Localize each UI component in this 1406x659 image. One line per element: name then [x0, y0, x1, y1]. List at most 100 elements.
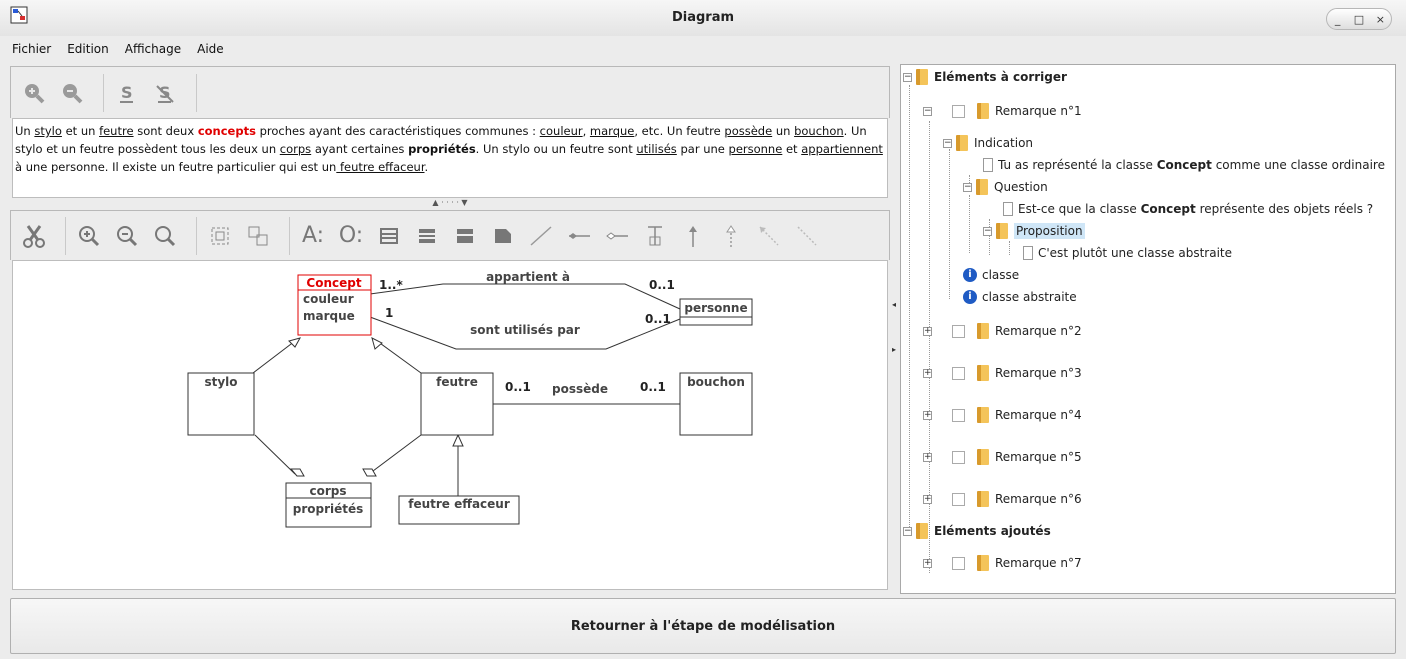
tree-item-info-classe-abstraite[interactable]: i classe abstraite: [963, 287, 1077, 307]
tree-item-remarque-1[interactable]: − Remarque n°1: [923, 101, 1082, 121]
zoom-in-icon[interactable]: [74, 221, 104, 251]
menu-fichier[interactable]: Fichier: [12, 36, 61, 62]
generalization-icon[interactable]: [678, 221, 708, 251]
navigable-association-icon[interactable]: [754, 221, 784, 251]
dependency-icon[interactable]: [640, 221, 670, 251]
description-text[interactable]: Un stylo et un feutre sont deux concepts…: [12, 118, 888, 198]
group-icon[interactable]: [205, 221, 235, 251]
splitter-handle[interactable]: ▲ · · · · ▼: [400, 198, 500, 208]
tree-item-indication[interactable]: − Indication: [943, 133, 1033, 153]
diagram-toolbar: A: O:: [10, 210, 890, 260]
tree-item-indication-text[interactable]: Tu as représenté la classe Concept comme…: [983, 155, 1385, 175]
collapse-icon[interactable]: −: [923, 106, 932, 116]
multiplicity-label: 0..1: [649, 278, 675, 292]
expand-icon[interactable]: +: [923, 326, 932, 336]
zoom-out-icon[interactable]: [112, 221, 142, 251]
class-diagram[interactable]: Concept couleur marque personne stylo fe…: [13, 261, 889, 591]
tree-item-remarque-4[interactable]: + Remarque n°4: [923, 405, 1082, 425]
multiplicity-label: 1..*: [379, 278, 403, 292]
menu-aide[interactable]: Aide: [197, 36, 234, 62]
expand-icon[interactable]: +: [923, 452, 932, 462]
realization-icon[interactable]: [716, 221, 746, 251]
class-feutre[interactable]: feutre: [420, 372, 494, 436]
underlined-term: personne: [728, 142, 783, 156]
close-button[interactable]: ×: [1371, 13, 1389, 26]
association-icon[interactable]: [526, 221, 556, 251]
zoom-reset-icon[interactable]: [150, 221, 180, 251]
class-bouchon[interactable]: bouchon: [679, 372, 753, 436]
remarque-checkbox[interactable]: [952, 324, 965, 338]
tree-item-remarque-3[interactable]: + Remarque n°3: [923, 363, 1082, 383]
remarque-checkbox[interactable]: [952, 556, 965, 570]
class-name: feutre: [436, 375, 478, 389]
remarque-checkbox[interactable]: [952, 492, 965, 506]
aggregation-stylo-corps[interactable]: [254, 434, 296, 475]
tree-item-proposition-text[interactable]: C'est plutôt une classe abstraite: [1023, 243, 1232, 263]
class-personne[interactable]: personne: [679, 298, 753, 326]
text-segment: ayant certaines: [311, 142, 409, 156]
collapse-icon[interactable]: −: [983, 226, 992, 236]
association-line-appartient[interactable]: [369, 283, 681, 310]
collapse-icon[interactable]: −: [903, 72, 912, 82]
zoom-in-icon[interactable]: [19, 78, 49, 108]
class-name: personne: [684, 301, 747, 315]
tree-item-proposition[interactable]: − Proposition: [983, 221, 1085, 241]
remarque-checkbox[interactable]: [952, 104, 965, 118]
collapse-icon[interactable]: −: [903, 526, 912, 536]
panel-collapse-arrows[interactable]: ◂ ▸: [892, 300, 900, 354]
class-icon[interactable]: [374, 221, 404, 251]
minimize-button[interactable]: _: [1329, 13, 1347, 26]
association-label: possède: [552, 382, 608, 396]
tree-item-remarque-7[interactable]: + Remarque n°7: [923, 553, 1082, 573]
tree-item-remarque-2[interactable]: + Remarque n°2: [923, 321, 1082, 341]
tree-label: Proposition: [1014, 223, 1085, 239]
remarque-checkbox[interactable]: [952, 408, 965, 422]
menu-edition[interactable]: Edition: [67, 36, 119, 62]
generalization-feutre[interactable]: [376, 340, 422, 374]
ungroup-icon[interactable]: [243, 221, 273, 251]
generalization-stylo[interactable]: [252, 340, 296, 374]
class-stylo[interactable]: stylo: [187, 372, 255, 436]
abstract-class-icon[interactable]: [412, 221, 442, 251]
folder-icon: [996, 223, 1008, 239]
diagram-canvas[interactable]: Concept couleur marque personne stylo fe…: [12, 260, 888, 590]
tree-root-added[interactable]: − Eléments ajoutés: [903, 521, 1051, 541]
tree-item-question[interactable]: − Question: [963, 177, 1048, 197]
remarque-checkbox[interactable]: [952, 366, 965, 380]
class-name: feutre effaceur: [408, 497, 510, 511]
expand-icon[interactable]: +: [923, 558, 932, 568]
add-attribute-icon[interactable]: A:: [298, 221, 328, 251]
zoom-out-icon[interactable]: [57, 78, 87, 108]
class-corps[interactable]: corps propriétés: [285, 482, 372, 528]
class-concept[interactable]: Concept couleur marque: [297, 274, 372, 336]
expand-icon[interactable]: +: [923, 494, 932, 504]
maximize-button[interactable]: □: [1350, 13, 1368, 26]
collapse-icon[interactable]: −: [963, 182, 972, 192]
remarque-checkbox[interactable]: [952, 450, 965, 464]
menu-affichage[interactable]: Affichage: [125, 36, 191, 62]
add-operation-icon[interactable]: O:: [336, 221, 366, 251]
remove-underline-icon[interactable]: S: [150, 78, 180, 108]
link-icon[interactable]: [792, 221, 822, 251]
cut-icon[interactable]: [19, 221, 49, 251]
class-feutre-effaceur[interactable]: feutre effaceur: [398, 495, 520, 525]
tree-item-remarque-6[interactable]: + Remarque n°6: [923, 489, 1082, 509]
expand-icon[interactable]: +: [923, 368, 932, 378]
collapse-icon[interactable]: −: [943, 138, 952, 148]
expand-icon[interactable]: +: [923, 410, 932, 420]
underline-icon[interactable]: S: [112, 78, 142, 108]
composition-icon[interactable]: [602, 221, 632, 251]
interface-icon[interactable]: [450, 221, 480, 251]
note-icon[interactable]: [488, 221, 518, 251]
info-icon: i: [963, 268, 977, 282]
underlined-term: marque: [589, 124, 635, 138]
return-to-modeling-button[interactable]: Retourner à l'étape de modélisation: [10, 598, 1396, 654]
tree-item-info-classe[interactable]: i classe: [963, 265, 1019, 285]
tree-root-corrections[interactable]: − Eléments à corriger: [903, 67, 1067, 87]
tree-item-remarque-5[interactable]: + Remarque n°5: [923, 447, 1082, 467]
tree-item-question-text[interactable]: Est-ce que la classe Concept représente …: [1003, 199, 1373, 219]
window-controls: _ □ ×: [1326, 8, 1392, 30]
corrections-tree[interactable]: − Eléments à corriger − Remarque n°1 − I…: [900, 64, 1396, 594]
aggregation-feutre-corps[interactable]: [368, 434, 422, 475]
aggregation-icon[interactable]: [564, 221, 594, 251]
